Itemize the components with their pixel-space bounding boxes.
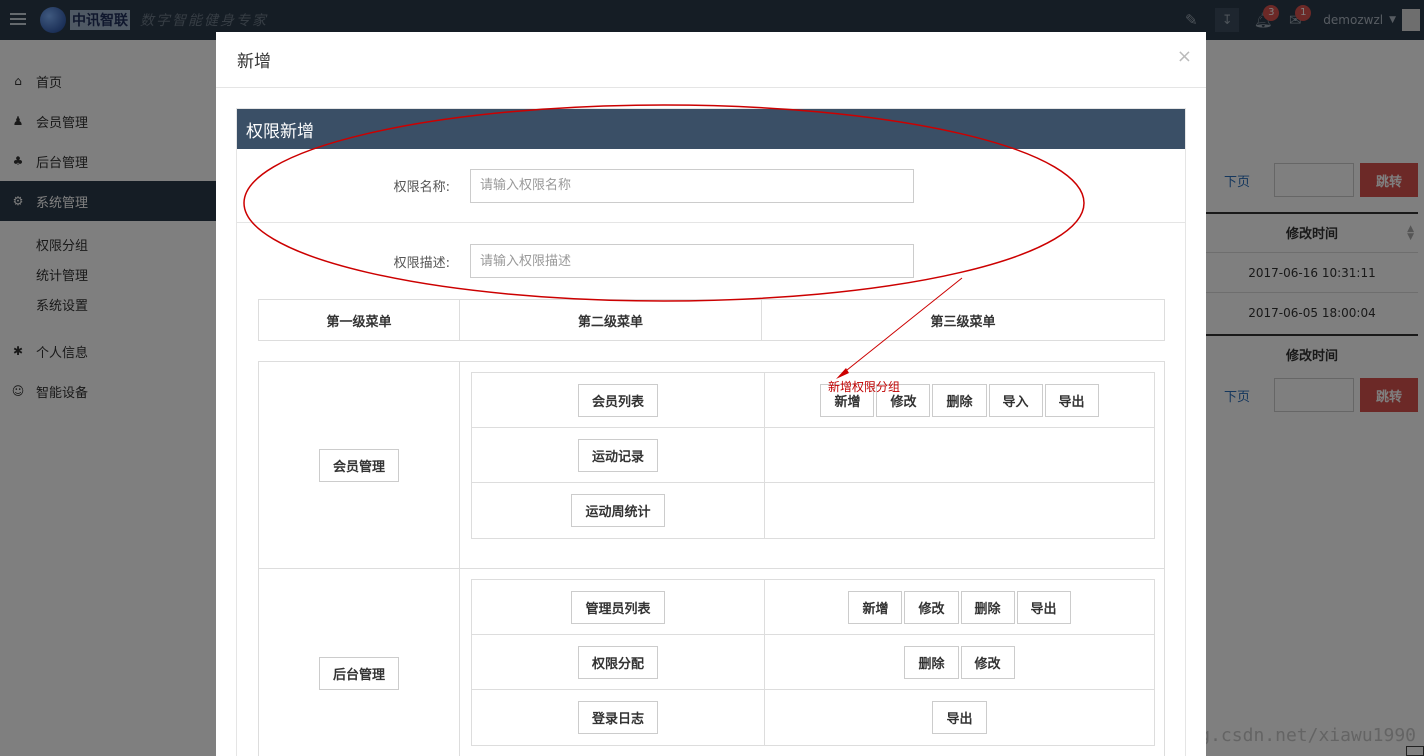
table-row: 管理员列表 新增 修改 删除 导出 <box>472 580 1154 635</box>
submenu-button[interactable]: 运动记录 <box>577 438 658 472</box>
group-button-members[interactable]: 会员管理 <box>318 448 399 482</box>
modal-title: 新增 <box>237 52 271 72</box>
header-level-3: 第三级菜单 <box>930 314 996 330</box>
submenu-table: 会员列表 新增 修改 删除 导入 导出 运动记录 运动周统计 <box>471 372 1155 539</box>
submenu-button[interactable]: 登录日志 <box>577 701 658 734</box>
table-row: 会员列表 新增 修改 删除 导入 导出 <box>472 373 1154 428</box>
submenu-button[interactable]: 权限分配 <box>577 645 658 679</box>
desc-label: 权限描述: <box>393 255 450 271</box>
permission-desc-input[interactable] <box>470 244 914 278</box>
header-level-1: 第一级菜单 <box>259 300 460 340</box>
submenu-table: 管理员列表 新增 修改 删除 导出 权限分配 删除 修改 登录日志 导出 <box>471 579 1155 746</box>
action-delete-button[interactable]: 删除 <box>932 383 987 417</box>
action-delete-button[interactable]: 删除 <box>904 645 959 679</box>
add-modal: 新增 × 权限新增 权限名称: 权限描述: 第一级菜单 第二级菜单 第三级菜单 … <box>216 32 1206 756</box>
table-row: 运动周统计 <box>472 483 1154 538</box>
name-form-row: 权限名称: <box>237 149 1185 223</box>
menu-group-backend: 后台管理 管理员列表 新增 修改 删除 导出 权限分配 删除 修改 登录日志 导… <box>258 568 1165 756</box>
action-add-button[interactable]: 新增 <box>848 590 903 624</box>
header-level-2: 第二级菜单 <box>460 300 762 340</box>
menu-table-header: 第一级菜单 第二级菜单 第三级菜单 <box>258 299 1165 341</box>
action-export-button[interactable]: 导出 <box>1016 590 1071 624</box>
desc-form-row: 权限描述: <box>237 224 1185 298</box>
action-edit-button[interactable]: 修改 <box>904 590 959 624</box>
group-cell: 会员管理 <box>259 362 460 568</box>
table-row: 权限分配 删除 修改 <box>472 635 1154 690</box>
submenu-button[interactable]: 会员列表 <box>577 383 658 417</box>
modal-header: 新增 <box>216 32 1206 88</box>
action-edit-button[interactable]: 修改 <box>960 645 1015 679</box>
close-icon[interactable]: × <box>1177 46 1192 67</box>
annotation-label: 新增权限分组 <box>828 380 901 394</box>
action-delete-button[interactable]: 删除 <box>960 590 1015 624</box>
action-import-button[interactable]: 导入 <box>988 383 1043 417</box>
table-row: 登录日志 导出 <box>472 690 1154 745</box>
action-export-button[interactable]: 导出 <box>932 701 987 734</box>
table-row: 运动记录 <box>472 428 1154 483</box>
name-label: 权限名称: <box>393 180 450 195</box>
permission-panel: 权限新增 权限名称: 权限描述: 第一级菜单 第二级菜单 第三级菜单 会员管理 … <box>236 108 1186 756</box>
submenu-button[interactable]: 管理员列表 <box>571 590 665 624</box>
panel-heading: 权限新增 <box>237 109 1185 149</box>
group-button-backend[interactable]: 后台管理 <box>318 656 399 690</box>
menu-group-members: 会员管理 会员列表 新增 修改 删除 导入 导出 运动记录 运动周统计 <box>258 361 1165 569</box>
group-cell: 后台管理 <box>259 569 460 756</box>
submenu-button[interactable]: 运动周统计 <box>571 494 665 527</box>
permission-name-input[interactable] <box>470 168 914 203</box>
action-export-button[interactable]: 导出 <box>1044 383 1099 417</box>
